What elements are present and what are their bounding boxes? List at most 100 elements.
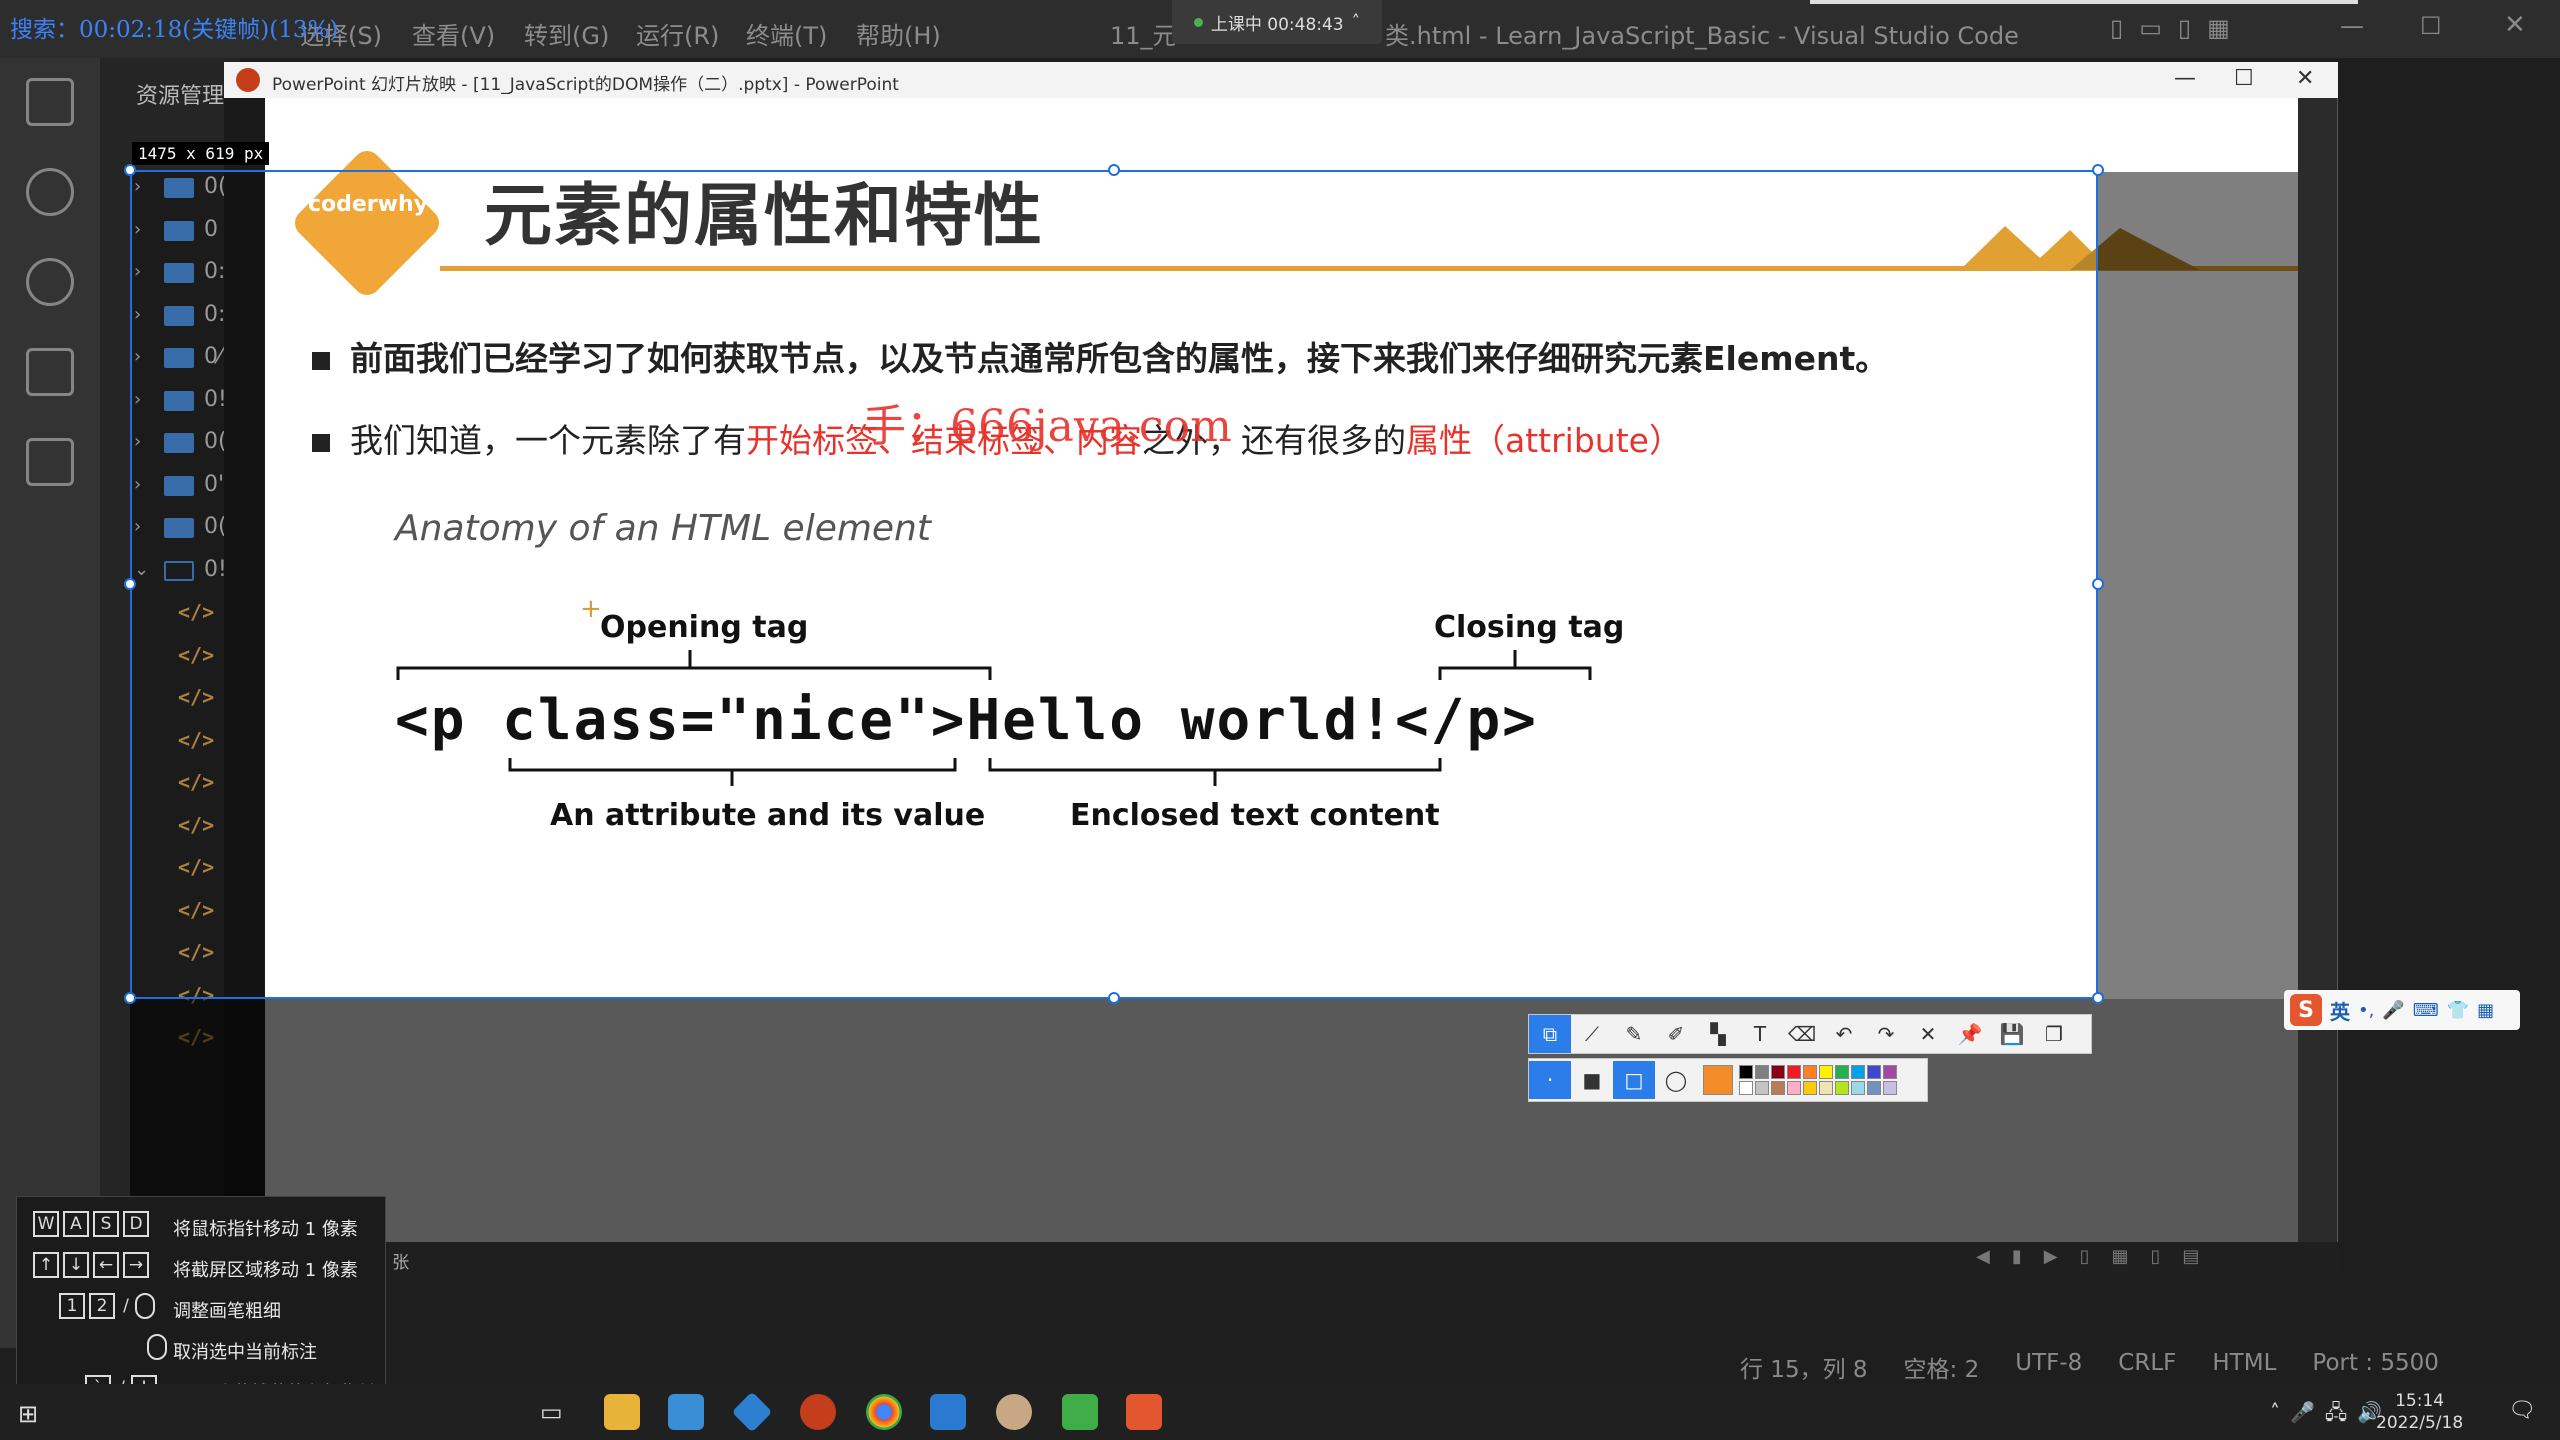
- vscode-taskbar-icon[interactable]: [930, 1394, 966, 1430]
- close-icon[interactable]: ✕: [2504, 10, 2526, 40]
- key-cap: S: [93, 1211, 119, 1237]
- status-item[interactable]: UTF-8: [2015, 1350, 2082, 1384]
- text-icon[interactable]: T: [1739, 1015, 1781, 1053]
- camtasia-red-icon[interactable]: [1126, 1394, 1162, 1430]
- resize-handle-br[interactable]: [2092, 992, 2104, 1004]
- cancel-icon[interactable]: ✕: [1907, 1015, 1949, 1053]
- resize-handle-b[interactable]: [1108, 992, 1120, 1004]
- color-swatch[interactable]: [1755, 1081, 1769, 1095]
- microphone-icon[interactable]: 🎤: [2382, 1000, 2404, 1021]
- ime-language[interactable]: 英: [2330, 996, 2350, 1025]
- clock[interactable]: 15:14 2022/5/18: [2376, 1390, 2463, 1434]
- menu-run[interactable]: 运行(R): [636, 16, 719, 51]
- resize-handle-t[interactable]: [1108, 164, 1120, 176]
- ellipse-icon[interactable]: ◯: [1655, 1061, 1697, 1099]
- resize-handle-tr[interactable]: [2092, 164, 2104, 176]
- chevron-up-icon[interactable]: ˄: [1352, 12, 1361, 32]
- mosaic-icon[interactable]: ▚: [1697, 1015, 1739, 1053]
- color-swatch[interactable]: [1851, 1065, 1865, 1079]
- color-swatch[interactable]: [1867, 1065, 1881, 1079]
- key-cap: D: [123, 1211, 149, 1237]
- color-swatch[interactable]: [1803, 1081, 1817, 1095]
- maximize-icon[interactable]: ☐: [2420, 12, 2442, 40]
- rect-select-icon[interactable]: ⧉: [1529, 1015, 1571, 1053]
- status-item[interactable]: CRLF: [2118, 1350, 2176, 1384]
- run-debug-icon[interactable]: [26, 348, 74, 396]
- punctuation-icon[interactable]: •,: [2358, 1000, 2374, 1021]
- recording-dot-icon: [1193, 17, 1203, 27]
- fill-rect-icon[interactable]: ■: [1571, 1061, 1613, 1099]
- chrome-icon[interactable]: [866, 1394, 902, 1430]
- status-item[interactable]: 空格: 2: [1904, 1350, 1980, 1384]
- color-swatch[interactable]: [1787, 1065, 1801, 1079]
- recording-badge[interactable]: 上课中 00:48:43 ˄: [1172, 0, 1382, 44]
- menu-help[interactable]: 帮助(H): [856, 16, 941, 51]
- undo-icon[interactable]: ↶: [1823, 1015, 1865, 1053]
- status-item[interactable]: HTML: [2212, 1350, 2276, 1384]
- keyboard-icon[interactable]: ⌨: [2413, 1000, 2439, 1021]
- toolbox-icon[interactable]: ▦: [2477, 1000, 2494, 1021]
- redo-icon[interactable]: ↷: [1865, 1015, 1907, 1053]
- search-icon[interactable]: [26, 168, 74, 216]
- ppt-maximize-icon[interactable]: ☐: [2234, 66, 2254, 91]
- color-swatch[interactable]: [1771, 1065, 1785, 1079]
- copy-icon[interactable]: ❐: [2033, 1015, 2075, 1053]
- files-icon[interactable]: [26, 78, 74, 126]
- status-item[interactable]: 行 15，列 8: [1740, 1350, 1868, 1384]
- marker-icon[interactable]: ✐: [1655, 1015, 1697, 1053]
- color-swatch[interactable]: [1883, 1065, 1897, 1079]
- avatar-app-icon[interactable]: [996, 1394, 1032, 1430]
- system-tray-icons[interactable]: ˄🎤🖧🔊: [2270, 1398, 2392, 1432]
- layout-icons[interactable]: ▯▭▯▦: [2110, 14, 2246, 42]
- color-swatch[interactable]: [1819, 1081, 1833, 1095]
- stroke-small-icon[interactable]: ·: [1529, 1061, 1571, 1099]
- resize-handle-l[interactable]: [124, 578, 136, 590]
- save-icon[interactable]: 💾: [1991, 1015, 2033, 1053]
- color-swatch[interactable]: [1819, 1065, 1833, 1079]
- pin-icon[interactable]: 📌: [1949, 1015, 1991, 1053]
- color-swatch[interactable]: [1803, 1065, 1817, 1079]
- menu-terminal[interactable]: 终端(T): [746, 16, 827, 51]
- menu-view[interactable]: 查看(V): [412, 16, 495, 51]
- eraser-icon[interactable]: ⌫: [1781, 1015, 1823, 1053]
- key-cap: ↑: [33, 1252, 59, 1278]
- capture-selection[interactable]: [130, 170, 2098, 999]
- outline-rect-icon[interactable]: □: [1613, 1061, 1655, 1099]
- color-swatch[interactable]: [1739, 1081, 1753, 1095]
- pencil-icon[interactable]: ✎: [1613, 1015, 1655, 1053]
- capture-edge: [1810, 0, 2358, 4]
- color-swatch[interactable]: [1835, 1065, 1849, 1079]
- skin-icon[interactable]: 👕: [2447, 1000, 2469, 1021]
- menu-goto[interactable]: 转到(G): [524, 16, 609, 51]
- minimize-icon[interactable]: —: [2340, 12, 2364, 40]
- color-swatch[interactable]: [1787, 1081, 1801, 1095]
- color-swatch[interactable]: [1755, 1065, 1769, 1079]
- polyline-icon[interactable]: ⟋: [1571, 1015, 1613, 1053]
- task-view-icon[interactable]: ▭: [540, 1398, 563, 1426]
- start-icon[interactable]: ⊞: [18, 1400, 38, 1428]
- color-swatch[interactable]: [1835, 1081, 1849, 1095]
- app-icon-1[interactable]: [668, 1394, 704, 1430]
- sogou-logo-icon[interactable]: S: [2290, 994, 2322, 1026]
- file-explorer-icon[interactable]: [604, 1394, 640, 1430]
- resize-handle-bl[interactable]: [124, 992, 136, 1004]
- color-swatch[interactable]: [1851, 1081, 1865, 1095]
- source-control-icon[interactable]: [26, 258, 74, 306]
- camtasia-green-icon[interactable]: [1062, 1394, 1098, 1430]
- color-swatch[interactable]: [1771, 1081, 1785, 1095]
- ppt-close-icon[interactable]: ✕: [2296, 66, 2314, 91]
- color-swatch[interactable]: [1739, 1065, 1753, 1079]
- ppt-view-icons[interactable]: ◀▮▶▯▦▯▤: [1976, 1246, 2221, 1267]
- ppt-window-title: PowerPoint 幻灯片放映 - [11_JavaScript的DOM操作（…: [272, 75, 899, 95]
- notification-icon[interactable]: 🗨: [2508, 1398, 2536, 1423]
- resize-handle-tl[interactable]: [124, 164, 136, 176]
- status-item[interactable]: Port : 5500: [2312, 1350, 2439, 1384]
- powerpoint-taskbar-icon[interactable]: [800, 1394, 836, 1430]
- resize-handle-r[interactable]: [2092, 578, 2104, 590]
- extensions-icon[interactable]: [26, 438, 74, 486]
- color-swatch[interactable]: [1883, 1081, 1897, 1095]
- key-cap: →: [123, 1252, 149, 1278]
- ppt-minimize-icon[interactable]: —: [2174, 66, 2196, 91]
- current-color-swatch[interactable]: [1703, 1065, 1733, 1095]
- color-swatch[interactable]: [1867, 1081, 1881, 1095]
